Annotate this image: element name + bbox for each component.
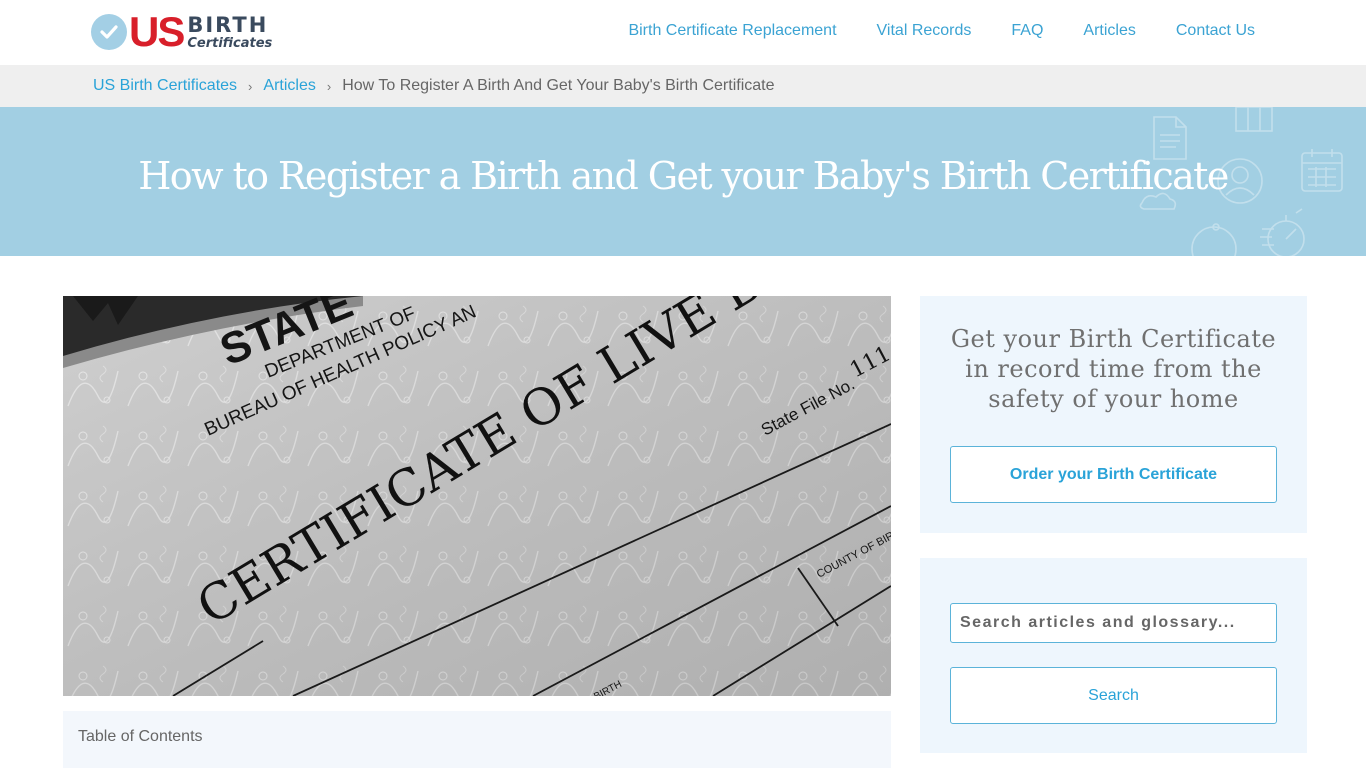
- search-panel: Search: [920, 558, 1307, 753]
- breadcrumb: US Birth Certificates › Articles › How T…: [0, 65, 1366, 107]
- document-icon: [1153, 116, 1187, 160]
- promo-heading: Get your Birth Certificate in record tim…: [950, 325, 1277, 413]
- order-birth-certificate-button[interactable]: Order your Birth Certificate: [950, 446, 1277, 503]
- logo-certificates-text: Certificates: [187, 35, 273, 51]
- nav-contact-us[interactable]: Contact Us: [1176, 20, 1255, 42]
- stopwatch-icon: [1260, 208, 1305, 256]
- page-title: How to Register a Birth and Get your Bab…: [138, 154, 1229, 198]
- site-header: US BIRTH Certificates Birth Certificate …: [0, 0, 1366, 65]
- search-input[interactable]: [950, 603, 1277, 643]
- logo-us-text: US: [129, 8, 185, 55]
- breadcrumb-chevron-icon: ›: [326, 78, 332, 94]
- nav-articles[interactable]: Articles: [1083, 20, 1135, 42]
- birth-certificate-photo: STATE DEPARTMENT OF BUREAU OF HEALTH POL…: [63, 296, 891, 696]
- nav-birth-certificate-replacement[interactable]: Birth Certificate Replacement: [628, 20, 836, 42]
- logo-birth-text: BIRTH: [187, 12, 269, 37]
- breadcrumb-current: How To Register A Birth And Get Your Bab…: [342, 77, 775, 94]
- table-of-contents[interactable]: Table of Contents: [63, 711, 891, 768]
- breadcrumb-home[interactable]: US Birth Certificates: [93, 77, 237, 95]
- hero-banner: How to Register a Birth and Get your Bab…: [0, 107, 1366, 256]
- site-logo[interactable]: US BIRTH Certificates: [91, 8, 273, 55]
- breadcrumb-chevron-icon: ›: [248, 78, 253, 94]
- search-button[interactable]: Search: [950, 667, 1277, 724]
- breadcrumb-articles[interactable]: Articles: [263, 77, 315, 95]
- article-hero-image: STATE DEPARTMENT OF BUREAU OF HEALTH POL…: [63, 296, 891, 696]
- book-icon: [1235, 107, 1273, 132]
- toc-label: Table of Contents: [78, 728, 203, 745]
- nav-faq[interactable]: FAQ: [1011, 20, 1043, 42]
- checkmark-icon: [91, 14, 127, 50]
- globe-icon: [1191, 223, 1237, 256]
- nav-vital-records[interactable]: Vital Records: [877, 20, 972, 42]
- main-nav: Birth Certificate Replacement Vital Reco…: [628, 20, 1255, 42]
- order-promo-panel: Get your Birth Certificate in record tim…: [920, 296, 1307, 533]
